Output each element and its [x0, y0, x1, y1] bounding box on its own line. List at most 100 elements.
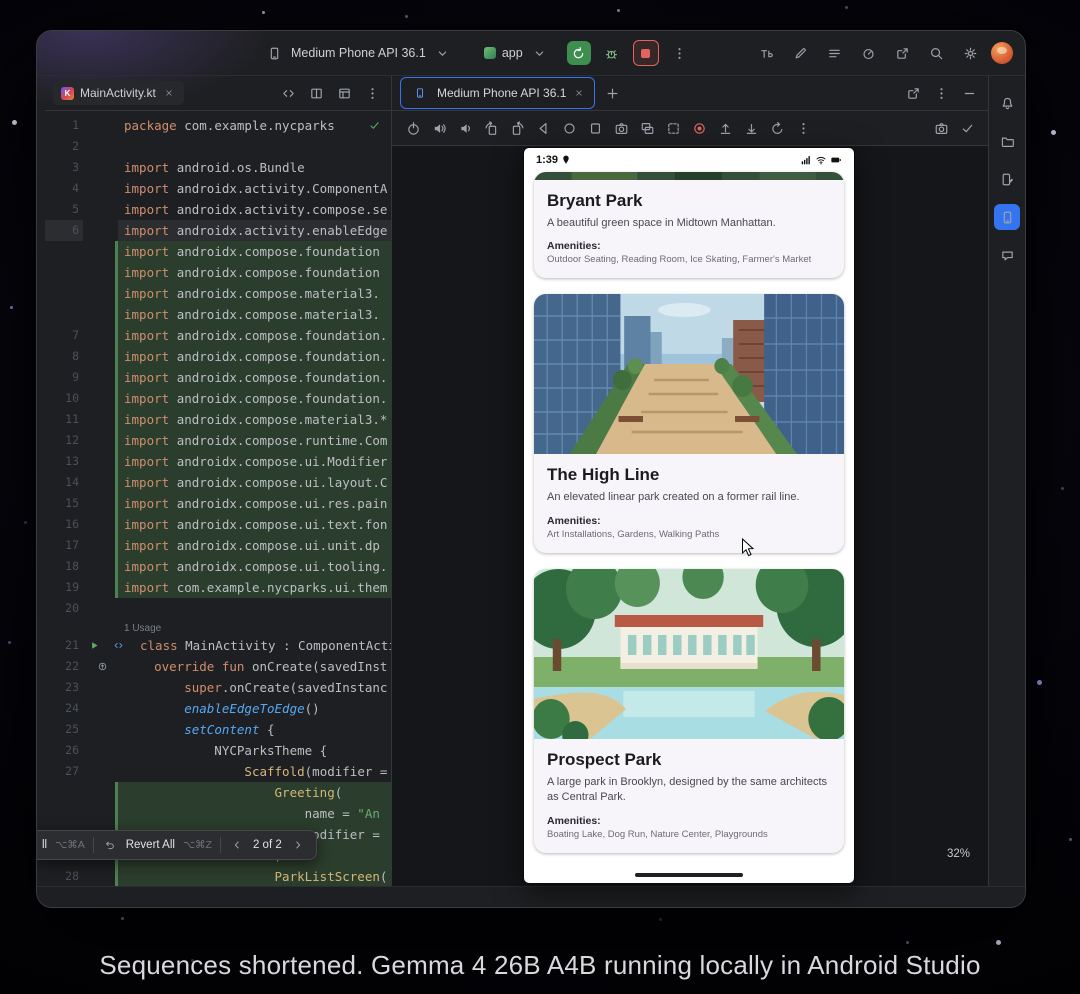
line-number[interactable]: 22 — [45, 656, 83, 677]
more-icon[interactable] — [361, 82, 383, 104]
park-card[interactable]: Bryant ParkA beautiful green space in Mi… — [534, 172, 844, 278]
settings-gear-icon[interactable] — [959, 42, 981, 64]
code-line[interactable]: 13import androidx.compose.ui.Modifier — [45, 451, 391, 472]
upload-icon[interactable] — [714, 117, 736, 139]
tab-mainactivity[interactable]: K MainActivity.kt — [53, 81, 184, 105]
code-line[interactable]: 1package com.example.nycparks — [45, 115, 391, 136]
share-icon[interactable] — [891, 42, 913, 64]
code-line[interactable]: 11import androidx.compose.material3.* — [45, 409, 391, 430]
rotate-right-icon[interactable] — [506, 117, 528, 139]
code-line[interactable]: 14import androidx.compose.ui.layout.C — [45, 472, 391, 493]
run-config-selector[interactable]: app — [478, 38, 557, 68]
line-number[interactable]: 26 — [45, 740, 83, 761]
stop-button[interactable] — [633, 40, 659, 66]
split-view-icon[interactable] — [305, 82, 327, 104]
line-number[interactable]: 14 — [45, 472, 83, 493]
line-number[interactable]: 16 — [45, 514, 83, 535]
search-icon[interactable] — [925, 42, 947, 64]
gesture-nav-handle[interactable] — [635, 873, 743, 877]
revert-all-button[interactable]: Revert All — [126, 839, 175, 851]
code-line[interactable]: 5import androidx.activity.compose.se — [45, 199, 391, 220]
next-change-button[interactable] — [290, 837, 306, 853]
tab-medium-phone[interactable]: Medium Phone API 36.1 — [400, 77, 595, 109]
code-line[interactable]: 4import androidx.activity.ComponentA — [45, 178, 391, 199]
letters-icon[interactable] — [755, 42, 777, 64]
running-devices-tool-button[interactable] — [994, 204, 1020, 230]
line-number[interactable]: 28 — [45, 866, 83, 886]
minimize-icon[interactable] — [958, 82, 980, 104]
code-line[interactable]: 21class MainActivity : ComponentActiv — [45, 635, 391, 656]
code-line[interactable]: 12import androidx.compose.runtime.Com — [45, 430, 391, 451]
line-number[interactable]: 19 — [45, 577, 83, 598]
code-line[interactable]: 20 — [45, 598, 391, 619]
code-line[interactable]: 17import androidx.compose.ui.unit.dp — [45, 535, 391, 556]
code-line[interactable]: import androidx.compose.foundation — [45, 241, 391, 262]
line-number[interactable]: 11 — [45, 409, 83, 430]
code-view-icon[interactable] — [277, 82, 299, 104]
line-number[interactable]: 13 — [45, 451, 83, 472]
code-line[interactable]: 18import androidx.compose.ui.tooling. — [45, 556, 391, 577]
code-line[interactable]: 8import androidx.compose.foundation. — [45, 346, 391, 367]
add-device-tab-button[interactable] — [601, 82, 623, 104]
accept-all-button-truncated[interactable]: ll — [42, 839, 47, 851]
rotate-left-icon[interactable] — [480, 117, 502, 139]
code-line[interactable]: import androidx.compose.material3. — [45, 304, 391, 325]
screenshot-icon[interactable] — [610, 117, 632, 139]
line-number[interactable]: 4 — [45, 178, 83, 199]
line-number[interactable]: 21 — [45, 635, 83, 656]
list-icon[interactable] — [823, 42, 845, 64]
code-line[interactable]: 27 Scaffold(modifier = — [45, 761, 391, 782]
device-selector[interactable]: Medium Phone API 36.1 — [257, 38, 460, 68]
park-card[interactable]: Prospect ParkA large park in Brooklyn, d… — [534, 569, 844, 853]
code-line[interactable]: 10import androidx.compose.foundation. — [45, 388, 391, 409]
line-number[interactable]: 12 — [45, 430, 83, 451]
reset-icon[interactable] — [766, 117, 788, 139]
line-number[interactable]: 27 — [45, 761, 83, 782]
code-line[interactable]: 24 enableEdgeToEdge() — [45, 698, 391, 719]
power-icon[interactable] — [402, 117, 424, 139]
code-line[interactable]: 9import androidx.compose.foundation. — [45, 367, 391, 388]
download-icon[interactable] — [740, 117, 762, 139]
code-editor[interactable]: 1package com.example.nycparks23import an… — [45, 111, 391, 886]
close-icon[interactable] — [162, 86, 176, 100]
app-quality-insights-tool-button[interactable] — [994, 242, 1020, 268]
code-line[interactable]: 16import androidx.compose.ui.text.fon — [45, 514, 391, 535]
park-card[interactable]: The High LineAn elevated linear park cre… — [534, 294, 844, 552]
displays-icon[interactable] — [636, 117, 658, 139]
device-explorer-tool-button[interactable] — [994, 128, 1020, 154]
line-number[interactable]: 15 — [45, 493, 83, 514]
code-line[interactable]: 1 Usage — [45, 619, 391, 635]
record-icon[interactable] — [688, 117, 710, 139]
code-line[interactable]: 23 super.onCreate(savedInstanc — [45, 677, 391, 698]
code-line[interactable]: 26 NYCParksTheme { — [45, 740, 391, 761]
code-line[interactable]: 7import androidx.compose.foundation. — [45, 325, 391, 346]
line-number[interactable]: 6 — [45, 220, 83, 241]
code-line[interactable]: import androidx.compose.material3. — [45, 283, 391, 304]
code-line[interactable]: 22 override fun onCreate(savedInst — [45, 656, 391, 677]
checkmark-icon[interactable] — [956, 117, 978, 139]
line-number[interactable]: 3 — [45, 157, 83, 178]
profiler-icon[interactable] — [857, 42, 879, 64]
line-number[interactable]: 20 — [45, 598, 83, 619]
close-icon[interactable] — [572, 86, 586, 100]
line-number[interactable]: 10 — [45, 388, 83, 409]
user-avatar[interactable] — [991, 42, 1013, 64]
back-icon[interactable] — [532, 117, 554, 139]
code-view-icon[interactable] — [107, 635, 129, 657]
line-number[interactable]: 9 — [45, 367, 83, 388]
line-number[interactable]: 17 — [45, 535, 83, 556]
bell-tool-button[interactable] — [994, 90, 1020, 116]
rerun-button[interactable] — [567, 41, 591, 65]
line-number[interactable]: 24 — [45, 698, 83, 719]
line-number[interactable]: 8 — [45, 346, 83, 367]
design-view-icon[interactable] — [333, 82, 355, 104]
debug-button[interactable] — [601, 42, 623, 64]
line-number[interactable]: 18 — [45, 556, 83, 577]
override-gutter-icon[interactable] — [91, 656, 113, 678]
code-line[interactable]: Greeting( — [45, 782, 391, 803]
volume-down-icon[interactable] — [454, 117, 476, 139]
home-icon[interactable] — [558, 117, 580, 139]
overview-icon[interactable] — [584, 117, 606, 139]
more-icon[interactable] — [792, 117, 814, 139]
device-manager-tool-button[interactable] — [994, 166, 1020, 192]
